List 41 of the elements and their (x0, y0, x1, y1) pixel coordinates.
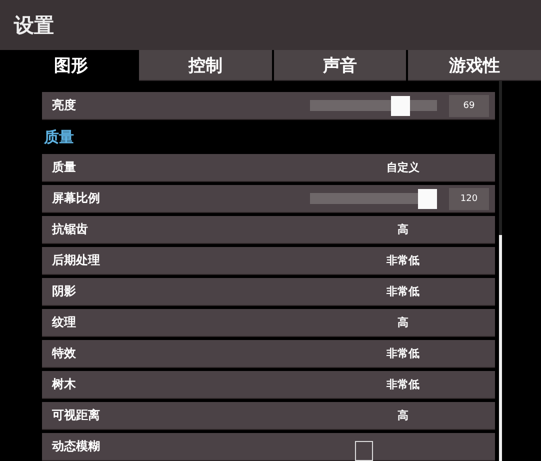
setting-value[interactable]: 非常低 (383, 253, 423, 268)
slider-thumb[interactable] (391, 96, 410, 116)
value-readout: 69 (449, 94, 489, 116)
setting-label: 后期处理 (52, 252, 101, 269)
setting-label: 抗锯齿 (52, 221, 89, 238)
setting-label: 屏幕比例 (52, 190, 101, 207)
setting-row[interactable]: 屏幕比例 120 (42, 185, 495, 213)
tab[interactable]: 控制 (139, 50, 272, 81)
setting-row[interactable]: 树木 非常低 (42, 371, 495, 399)
setting-label: 纹理 (52, 314, 77, 331)
setting-label: 特效 (52, 345, 77, 362)
setting-label: 可视距离 (52, 407, 101, 424)
setting-value[interactable]: 非常低 (383, 284, 423, 299)
setting-row[interactable]: 特效 非常低 (42, 340, 495, 368)
setting-row[interactable]: 动态模糊 (42, 433, 495, 461)
setting-row[interactable]: 可视距离 高 (42, 402, 495, 430)
setting-label: 阴影 (52, 283, 77, 300)
tab[interactable]: 游戏性 (408, 50, 541, 81)
setting-label: 动态模糊 (52, 438, 101, 455)
setting-value[interactable]: 高 (383, 222, 423, 237)
setting-row[interactable]: 抗锯齿 高 (42, 216, 495, 244)
setting-label: 树木 (52, 376, 77, 393)
setting-row[interactable]: 后期处理 非常低 (42, 247, 495, 275)
checkbox[interactable] (355, 440, 373, 460)
setting-row[interactable]: 质量 自定义 (42, 154, 495, 182)
setting-value[interactable]: 高 (383, 315, 423, 330)
tab[interactable]: 声音 (274, 50, 406, 81)
setting-value[interactable]: 非常低 (383, 346, 423, 361)
setting-value[interactable]: 高 (383, 408, 423, 423)
setting-row[interactable]: 阴影 非常低 (42, 278, 495, 306)
slider-thumb[interactable] (418, 188, 437, 208)
value-readout: 120 (449, 188, 489, 210)
setting-value[interactable]: 自定义 (383, 160, 423, 175)
setting-row[interactable]: 亮度 69 (42, 92, 495, 120)
window-title: 设置 (14, 12, 54, 38)
setting-label: 亮度 (52, 97, 77, 114)
setting-value[interactable]: 非常低 (383, 377, 423, 392)
scrollbar[interactable] (499, 81, 502, 461)
section-heading: 质量 (42, 126, 75, 148)
setting-row[interactable]: 纹理 高 (42, 309, 495, 337)
setting-label: 质量 (52, 159, 77, 176)
